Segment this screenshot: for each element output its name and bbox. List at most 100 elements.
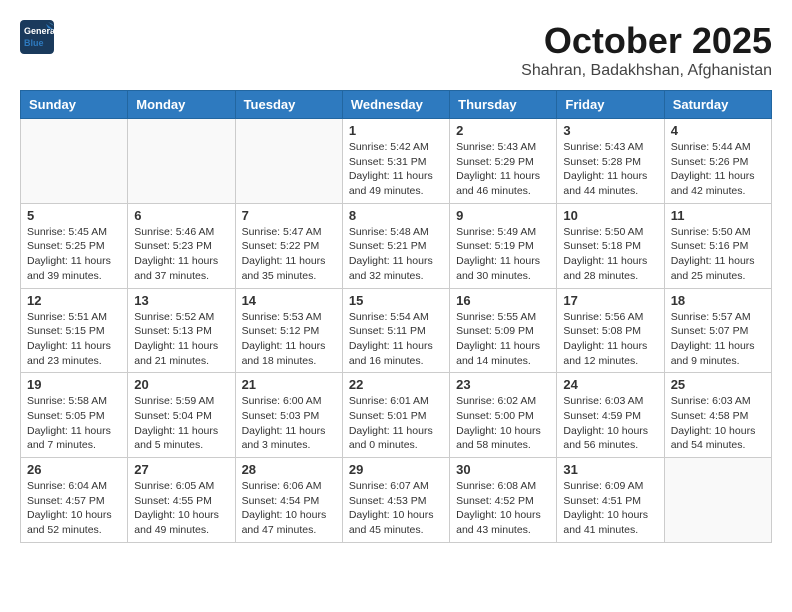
table-row: 8Sunrise: 5:48 AM Sunset: 5:21 PM Daylig… bbox=[342, 203, 449, 288]
day-number: 29 bbox=[349, 462, 443, 477]
day-number: 31 bbox=[563, 462, 657, 477]
page-header: General Blue October 2025 Shahran, Badak… bbox=[20, 20, 772, 80]
day-info: Sunrise: 5:45 AM Sunset: 5:25 PM Dayligh… bbox=[27, 225, 121, 284]
table-row: 5 Sunrise: 5:45 AM Sunset: 5:25 PM Daylig… bbox=[21, 203, 128, 288]
day-number: 6 bbox=[134, 208, 228, 223]
col-monday: Monday bbox=[128, 91, 235, 119]
day-number: 7 bbox=[242, 208, 336, 223]
day-info: Sunrise: 5:42 AM Sunset: 5:31 PM Dayligh… bbox=[349, 140, 443, 199]
day-number: 24 bbox=[563, 377, 657, 392]
day-info: Sunrise: 6:06 AM Sunset: 4:54 PM Dayligh… bbox=[242, 479, 336, 538]
day-info: Sunrise: 5:48 AM Sunset: 5:21 PM Dayligh… bbox=[349, 225, 443, 284]
table-row: 1 Sunrise: 5:42 AM Sunset: 5:31 PM Daylig… bbox=[342, 119, 449, 204]
calendar-week-row: 12 Sunrise: 5:51 AM Sunset: 5:15 PM Dayli… bbox=[21, 288, 772, 373]
table-row bbox=[664, 458, 771, 543]
col-sunday: Sunday bbox=[21, 91, 128, 119]
col-saturday: Saturday bbox=[664, 91, 771, 119]
day-number: 1 bbox=[349, 123, 443, 138]
table-row bbox=[235, 119, 342, 204]
day-number: 17 bbox=[563, 293, 657, 308]
day-number: 26 bbox=[27, 462, 121, 477]
day-info: Sunrise: 6:00 AM Sunset: 5:03 PM Dayligh… bbox=[242, 394, 336, 453]
day-info: Sunrise: 6:07 AM Sunset: 4:53 PM Dayligh… bbox=[349, 479, 443, 538]
day-number: 9 bbox=[456, 208, 550, 223]
table-row: 26 Sunrise: 6:04 AM Sunset: 4:57 PM Dayli… bbox=[21, 458, 128, 543]
table-row: 4 Sunrise: 5:44 AM Sunset: 5:26 PM Daylig… bbox=[664, 119, 771, 204]
day-number: 14 bbox=[242, 293, 336, 308]
day-number: 12 bbox=[27, 293, 121, 308]
day-info: Sunrise: 6:05 AM Sunset: 4:55 PM Dayligh… bbox=[134, 479, 228, 538]
table-row: 12 Sunrise: 5:51 AM Sunset: 5:15 PM Dayli… bbox=[21, 288, 128, 373]
table-row: 6 Sunrise: 5:46 AM Sunset: 5:23 PM Daylig… bbox=[128, 203, 235, 288]
logo: General Blue bbox=[20, 20, 54, 54]
day-info: Sunrise: 5:46 AM Sunset: 5:23 PM Dayligh… bbox=[134, 225, 228, 284]
day-info: Sunrise: 5:50 AM Sunset: 5:16 PM Dayligh… bbox=[671, 225, 765, 284]
day-number: 11 bbox=[671, 208, 765, 223]
table-row: 27 Sunrise: 6:05 AM Sunset: 4:55 PM Dayli… bbox=[128, 458, 235, 543]
calendar-header-row: Sunday Monday Tuesday Wednesday Thursday… bbox=[21, 91, 772, 119]
day-number: 25 bbox=[671, 377, 765, 392]
day-info: Sunrise: 5:54 AM Sunset: 5:11 PM Dayligh… bbox=[349, 310, 443, 369]
table-row bbox=[128, 119, 235, 204]
day-number: 23 bbox=[456, 377, 550, 392]
day-number: 16 bbox=[456, 293, 550, 308]
table-row: 3Sunrise: 5:43 AM Sunset: 5:28 PM Daylig… bbox=[557, 119, 664, 204]
day-info: Sunrise: 5:43 AM Sunset: 5:29 PM Dayligh… bbox=[456, 140, 550, 199]
day-info: Sunrise: 5:47 AM Sunset: 5:22 PM Dayligh… bbox=[242, 225, 336, 284]
day-number: 27 bbox=[134, 462, 228, 477]
day-number: 19 bbox=[27, 377, 121, 392]
table-row: 14 Sunrise: 5:53 AM Sunset: 5:12 PM Dayli… bbox=[235, 288, 342, 373]
day-number: 20 bbox=[134, 377, 228, 392]
table-row: 2 Sunrise: 5:43 AM Sunset: 5:29 PM Daylig… bbox=[450, 119, 557, 204]
table-row: 7 Sunrise: 5:47 AM Sunset: 5:22 PM Daylig… bbox=[235, 203, 342, 288]
day-info: Sunrise: 6:04 AM Sunset: 4:57 PM Dayligh… bbox=[27, 479, 121, 538]
day-number: 15 bbox=[349, 293, 443, 308]
col-friday: Friday bbox=[557, 91, 664, 119]
day-number: 28 bbox=[242, 462, 336, 477]
day-info: Sunrise: 6:09 AM Sunset: 4:51 PM Dayligh… bbox=[563, 479, 657, 538]
location-subtitle: Shahran, Badakhshan, Afghanistan bbox=[521, 62, 772, 80]
table-row: 15 Sunrise: 5:54 AM Sunset: 5:11 PM Dayli… bbox=[342, 288, 449, 373]
title-block: October 2025 Shahran, Badakhshan, Afghan… bbox=[521, 20, 772, 80]
day-number: 18 bbox=[671, 293, 765, 308]
day-number: 30 bbox=[456, 462, 550, 477]
table-row: 9Sunrise: 5:49 AM Sunset: 5:19 PM Daylig… bbox=[450, 203, 557, 288]
calendar-week-row: 5 Sunrise: 5:45 AM Sunset: 5:25 PM Daylig… bbox=[21, 203, 772, 288]
day-info: Sunrise: 5:55 AM Sunset: 5:09 PM Dayligh… bbox=[456, 310, 550, 369]
day-info: Sunrise: 5:44 AM Sunset: 5:26 PM Dayligh… bbox=[671, 140, 765, 199]
day-info: Sunrise: 5:53 AM Sunset: 5:12 PM Dayligh… bbox=[242, 310, 336, 369]
calendar-week-row: 26 Sunrise: 6:04 AM Sunset: 4:57 PM Dayli… bbox=[21, 458, 772, 543]
day-number: 13 bbox=[134, 293, 228, 308]
calendar-week-row: 1 Sunrise: 5:42 AM Sunset: 5:31 PM Daylig… bbox=[21, 119, 772, 204]
table-row: 21 Sunrise: 6:00 AM Sunset: 5:03 PM Dayli… bbox=[235, 373, 342, 458]
day-info: Sunrise: 6:01 AM Sunset: 5:01 PM Dayligh… bbox=[349, 394, 443, 453]
col-tuesday: Tuesday bbox=[235, 91, 342, 119]
day-info: Sunrise: 6:03 AM Sunset: 4:58 PM Dayligh… bbox=[671, 394, 765, 453]
day-number: 2 bbox=[456, 123, 550, 138]
table-row: 30 Sunrise: 6:08 AM Sunset: 4:52 PM Dayli… bbox=[450, 458, 557, 543]
table-row: 28 Sunrise: 6:06 AM Sunset: 4:54 PM Dayli… bbox=[235, 458, 342, 543]
day-number: 4 bbox=[671, 123, 765, 138]
table-row: 31 Sunrise: 6:09 AM Sunset: 4:51 PM Dayli… bbox=[557, 458, 664, 543]
table-row: 23Sunrise: 6:02 AM Sunset: 5:00 PM Dayli… bbox=[450, 373, 557, 458]
svg-text:Blue: Blue bbox=[24, 38, 44, 48]
day-info: Sunrise: 5:52 AM Sunset: 5:13 PM Dayligh… bbox=[134, 310, 228, 369]
day-number: 5 bbox=[27, 208, 121, 223]
calendar-week-row: 19Sunrise: 5:58 AM Sunset: 5:05 PM Dayli… bbox=[21, 373, 772, 458]
day-info: Sunrise: 5:51 AM Sunset: 5:15 PM Dayligh… bbox=[27, 310, 121, 369]
logo-icon: General Blue bbox=[20, 20, 54, 54]
table-row: 17 Sunrise: 5:56 AM Sunset: 5:08 PM Dayli… bbox=[557, 288, 664, 373]
table-row: 22Sunrise: 6:01 AM Sunset: 5:01 PM Dayli… bbox=[342, 373, 449, 458]
table-row: 10 Sunrise: 5:50 AM Sunset: 5:18 PM Dayli… bbox=[557, 203, 664, 288]
table-row: 20Sunrise: 5:59 AM Sunset: 5:04 PM Dayli… bbox=[128, 373, 235, 458]
day-info: Sunrise: 6:08 AM Sunset: 4:52 PM Dayligh… bbox=[456, 479, 550, 538]
table-row: 25 Sunrise: 6:03 AM Sunset: 4:58 PM Dayli… bbox=[664, 373, 771, 458]
day-info: Sunrise: 5:56 AM Sunset: 5:08 PM Dayligh… bbox=[563, 310, 657, 369]
table-row: 16 Sunrise: 5:55 AM Sunset: 5:09 PM Dayli… bbox=[450, 288, 557, 373]
table-row: 13 Sunrise: 5:52 AM Sunset: 5:13 PM Dayli… bbox=[128, 288, 235, 373]
day-number: 21 bbox=[242, 377, 336, 392]
day-number: 10 bbox=[563, 208, 657, 223]
day-number: 3 bbox=[563, 123, 657, 138]
day-info: Sunrise: 5:50 AM Sunset: 5:18 PM Dayligh… bbox=[563, 225, 657, 284]
table-row: 19Sunrise: 5:58 AM Sunset: 5:05 PM Dayli… bbox=[21, 373, 128, 458]
